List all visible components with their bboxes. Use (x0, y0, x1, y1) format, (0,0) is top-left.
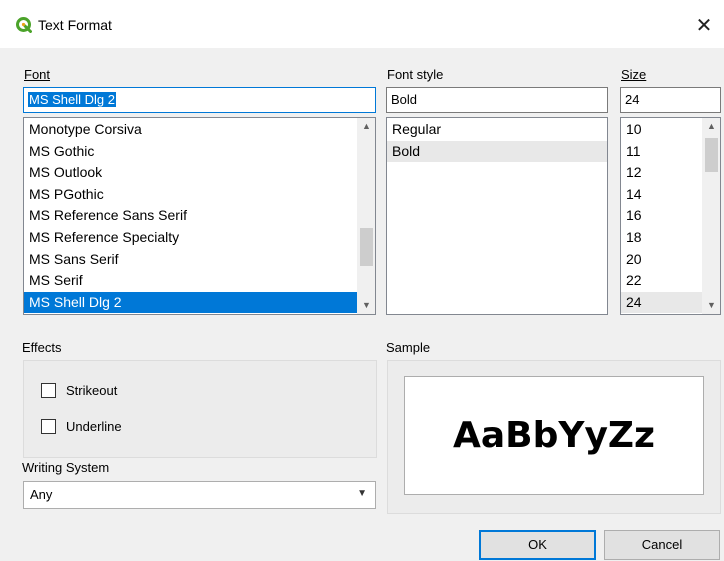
window-title: Text Format (38, 17, 112, 33)
list-item[interactable]: MS Reference Sans Serif (24, 205, 375, 227)
writing-system-value: Any (30, 487, 53, 502)
scroll-thumb[interactable] (360, 228, 373, 266)
size-list[interactable]: 10 11 12 14 16 18 20 22 24 ▲ ▼ (620, 117, 721, 315)
size-label: Size (621, 67, 647, 82)
size-input[interactable]: 24 (620, 87, 721, 113)
list-item[interactable]: MS PGothic (24, 184, 375, 206)
chevron-down-icon: ▼ (357, 488, 367, 499)
font-label: Font (24, 67, 51, 82)
list-item[interactable]: MS Sans Serif (24, 249, 375, 271)
cancel-button[interactable]: Cancel (604, 530, 720, 560)
effects-label: Effects (22, 340, 62, 355)
list-item[interactable]: MS Outlook (24, 162, 375, 184)
font-style-label: Font style (387, 67, 444, 82)
sample-preview: AaBbYyZz (404, 376, 704, 495)
qgis-logo-icon (16, 17, 32, 33)
underline-label[interactable]: Underline (66, 419, 122, 434)
writing-system-label: Writing System (22, 460, 110, 475)
scroll-down-icon[interactable]: ▼ (358, 297, 375, 314)
underline-checkbox[interactable] (41, 419, 56, 434)
size-list-scrollbar[interactable]: ▲ ▼ (702, 118, 720, 314)
list-item[interactable]: Monotype Corsiva (24, 119, 375, 141)
effects-group (23, 360, 377, 458)
sample-label: Sample (386, 340, 431, 355)
font-list-scrollbar[interactable]: ▲ ▼ (357, 118, 375, 314)
list-item[interactable]: MS Shell Dlg 2 (24, 291, 375, 314)
font-input[interactable]: MS Shell Dlg 2 (23, 87, 376, 113)
list-item[interactable]: MS Reference Specialty (24, 227, 375, 249)
scroll-up-icon[interactable]: ▲ (358, 118, 375, 135)
list-item[interactable]: MS Serif (24, 270, 375, 292)
ok-button[interactable]: OK (479, 530, 596, 560)
list-item[interactable]: MS Gothic (24, 141, 375, 163)
font-list[interactable]: Monotype Corsiva MS Gothic MS Outlook MS PG… (23, 117, 376, 315)
font-style-list[interactable]: Regular Bold (386, 117, 608, 315)
scroll-thumb[interactable] (705, 138, 718, 172)
font-input-value: MS Shell Dlg 2 (28, 92, 116, 107)
list-item[interactable]: Regular (387, 119, 607, 141)
scroll-down-icon[interactable]: ▼ (703, 297, 720, 314)
sample-text: AaBbYyZz (453, 415, 655, 456)
close-icon[interactable]: ✕ (690, 12, 718, 40)
strikeout-checkbox[interactable] (41, 383, 56, 398)
font-style-input[interactable]: Bold (386, 87, 608, 113)
strikeout-label[interactable]: Strikeout (66, 383, 117, 398)
writing-system-dropdown[interactable]: Any ▼ (23, 481, 376, 509)
scroll-up-icon[interactable]: ▲ (703, 118, 720, 135)
list-item[interactable]: Bold (387, 140, 607, 163)
title-bar: Text Format ✕ (0, 0, 724, 48)
